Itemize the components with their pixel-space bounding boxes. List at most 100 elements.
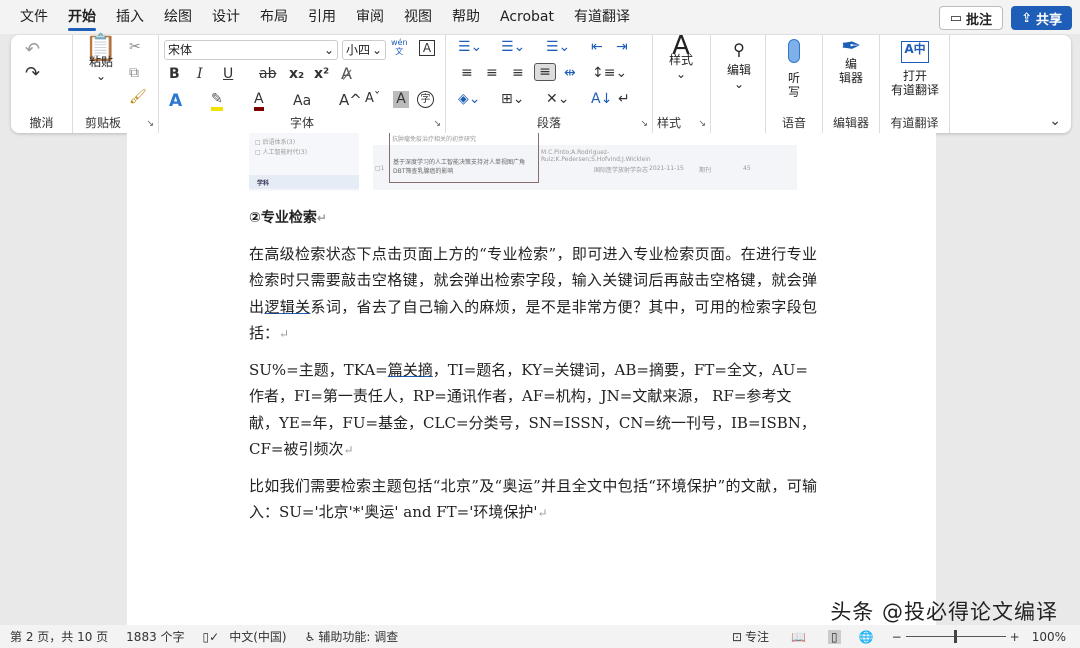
font-size-select[interactable]: 小四 ⌄ <box>342 40 386 60</box>
shading-icon[interactable]: ◈⌄ <box>458 91 481 107</box>
focus-icon[interactable]: ⊡ <box>732 630 742 644</box>
menu-insert[interactable]: 插入 <box>106 0 154 34</box>
menu-file[interactable]: 文件 <box>10 0 58 34</box>
redo-icon[interactable]: ↷ <box>25 63 40 84</box>
font-name-select[interactable]: 宋体 ⌄ <box>164 40 338 60</box>
menu-youdao[interactable]: 有道翻译 <box>564 0 640 34</box>
font-launcher-icon[interactable]: ↘ <box>433 119 441 129</box>
menu-help[interactable]: 帮助 <box>442 0 490 34</box>
text-effects-icon[interactable]: A <box>169 91 182 111</box>
proofing-icon[interactable]: ▯✓ <box>203 630 220 644</box>
open-youdao-button[interactable]: A中 打开 有道翻译 <box>884 41 946 97</box>
voice-group: 听 写 语音 <box>766 35 823 133</box>
phonetic-guide-icon[interactable]: wén 文 <box>391 38 408 56</box>
menu-bar: 文件 开始 插入 绘图 设计 布局 引用 审阅 视图 帮助 Acrobat 有道… <box>0 0 1080 34</box>
menu-references[interactable]: 引用 <box>298 0 346 34</box>
char-shading-button[interactable]: A <box>393 91 409 108</box>
paragraph-3: 比如我们需要检索主题包括“北京”及“奥运”并且全文中包括“环境保护”的文献，可输… <box>249 476 817 522</box>
search-icon: ⚲ <box>733 40 745 59</box>
spell-check-underline: 逻辑关 <box>264 297 311 316</box>
highlight-icon[interactable]: ✎ <box>211 91 223 111</box>
align-right-icon[interactable]: ≡ <box>512 65 524 81</box>
menu-home[interactable]: 开始 <box>58 0 106 34</box>
microphone-icon <box>788 39 800 63</box>
font-group: 宋体 ⌄ 小四 ⌄ wén 文 A B I U ab x₂ x² A̷ A ✎ A … <box>159 35 446 133</box>
menu-acrobat[interactable]: Acrobat <box>490 0 564 34</box>
editor-button[interactable]: ✒ 编 辑器 <box>831 32 871 85</box>
clipboard-icon: 📋 <box>84 33 118 63</box>
print-layout-icon[interactable]: ▯ <box>828 629 841 644</box>
accessibility-icon: ♿ <box>304 629 316 644</box>
zoom-slider[interactable] <box>905 630 1006 643</box>
accessibility-status[interactable]: 辅助功能: 调查 <box>318 628 398 645</box>
grow-font-button[interactable]: A^ <box>339 91 362 109</box>
undo-icon[interactable]: ↶ <box>25 39 40 60</box>
sort-icon[interactable]: A↓ <box>591 91 612 107</box>
char-border-icon[interactable]: A <box>419 40 435 56</box>
page-count[interactable]: 第 2 页，共 10 页 <box>10 628 108 645</box>
shrink-font-button[interactable]: Aˇ <box>365 91 380 106</box>
italic-button[interactable]: I <box>197 66 203 82</box>
styles-launcher-icon[interactable]: ↘ <box>698 119 706 129</box>
comment-button[interactable]: ▭ 批注 <box>938 6 1003 30</box>
zoom-level[interactable]: 100% <box>1032 630 1066 644</box>
line-spacing-icon[interactable]: ↕≡⌄ <box>592 65 627 81</box>
menu-review[interactable]: 审阅 <box>346 0 394 34</box>
align-left-icon[interactable]: ≡ <box>461 65 473 81</box>
collapse-ribbon-icon[interactable]: ⌄ <box>1049 113 1061 129</box>
youdao-group: A中 打开 有道翻译 有道翻译 <box>880 35 950 133</box>
styles-icon: A <box>672 31 690 61</box>
justify-icon[interactable]: ≡ <box>534 63 556 81</box>
enclose-char-button[interactable]: 字 <box>417 91 434 108</box>
clipboard-launcher-icon[interactable]: ↘ <box>146 119 154 129</box>
language[interactable]: 中文(中国) <box>229 628 286 645</box>
zoom-out-button[interactable]: − <box>892 630 902 644</box>
ribbon: ↶ ↷ 撤消 📋 粘贴 ⌄ ✂ ⧉ 🖌 剪贴板 ↘ 宋体 ⌄ 小四 ⌄ wén 文 A … <box>11 31 1071 133</box>
format-painter-icon[interactable]: 🖌 <box>129 89 147 105</box>
cut-icon[interactable]: ✂ <box>129 39 141 55</box>
borders-icon[interactable]: ⊞⌄ <box>501 91 524 107</box>
dictate-button[interactable]: 听 写 <box>774 39 814 99</box>
section-heading: ②专业检索 <box>249 210 317 226</box>
menu-design[interactable]: 设计 <box>202 0 250 34</box>
paragraph-group: ☰⌄ ☰⌄ ☰⌄ ⇤ ⇥ ≡ ≡ ≡ ≡ ⇹ ↕≡⌄ ◈⌄ ⊞⌄ ✕⌄ A↓ ↵… <box>446 35 653 133</box>
numbering-icon[interactable]: ☰⌄ <box>501 39 525 55</box>
clear-format-icon[interactable]: A̷ <box>341 64 352 83</box>
menu-view[interactable]: 视图 <box>394 0 442 34</box>
bullets-icon[interactable]: ☰⌄ <box>458 39 482 55</box>
superscript-button[interactable]: x² <box>314 66 329 82</box>
word-count[interactable]: 1883 个字 <box>126 628 184 645</box>
align-center-icon[interactable]: ≡ <box>486 65 498 81</box>
undo-group: ↶ ↷ 撤消 <box>11 35 73 133</box>
zoom-in-button[interactable]: + <box>1010 630 1020 644</box>
copy-icon[interactable]: ⧉ <box>129 65 139 81</box>
share-button[interactable]: ⇪ 共享 <box>1011 6 1072 30</box>
paragraph-launcher-icon[interactable]: ↘ <box>640 119 648 129</box>
status-bar: 第 2 页，共 10 页 1883 个字 ▯✓ 中文(中国) ♿ 辅助功能: 调… <box>0 625 1080 648</box>
strikethrough-button[interactable]: ab <box>259 66 276 82</box>
menu-draw[interactable]: 绘图 <box>154 0 202 34</box>
bold-button[interactable]: B <box>169 66 180 82</box>
styles-button[interactable]: A 样式 ⌄ <box>661 31 701 81</box>
menu-layout[interactable]: 布局 <box>250 0 298 34</box>
font-color-icon[interactable]: A <box>254 91 264 111</box>
document-page[interactable]: □ 后语体系(3) □ 人工智能时代(3) 学科 □1 基于深度学习的人工智能决… <box>127 133 936 625</box>
increase-indent-icon[interactable]: ⇥ <box>616 39 628 55</box>
change-case-button[interactable]: Aa <box>293 93 311 109</box>
distributed-icon[interactable]: ⇹ <box>564 65 576 81</box>
web-layout-icon[interactable]: 🌐 <box>859 630 874 644</box>
watermark: 头条 @投必得论文编译 <box>830 600 1058 624</box>
multilevel-list-icon[interactable]: ☰⌄ <box>546 39 570 55</box>
paste-button[interactable]: 📋 粘贴 ⌄ <box>83 33 119 83</box>
editor-pen-icon: ✒ <box>840 32 862 60</box>
translate-icon: A中 <box>901 41 929 63</box>
underline-button[interactable]: U <box>223 66 233 82</box>
chinese-layout-icon[interactable]: ✕⌄ <box>546 91 569 107</box>
editing-button[interactable]: ⚲ 编辑 ⌄ <box>719 40 759 92</box>
show-marks-icon[interactable]: ↵ <box>618 91 630 107</box>
subscript-button[interactable]: x₂ <box>289 66 304 82</box>
document-body[interactable]: ②专业检索↵ 在高级检索状态下点击页面上方的“专业检索”，即可进入专业检索页面。… <box>249 205 817 536</box>
decrease-indent-icon[interactable]: ⇤ <box>591 39 603 55</box>
read-mode-icon[interactable]: 📖 <box>791 630 806 644</box>
focus-mode[interactable]: 专注 <box>745 628 769 645</box>
